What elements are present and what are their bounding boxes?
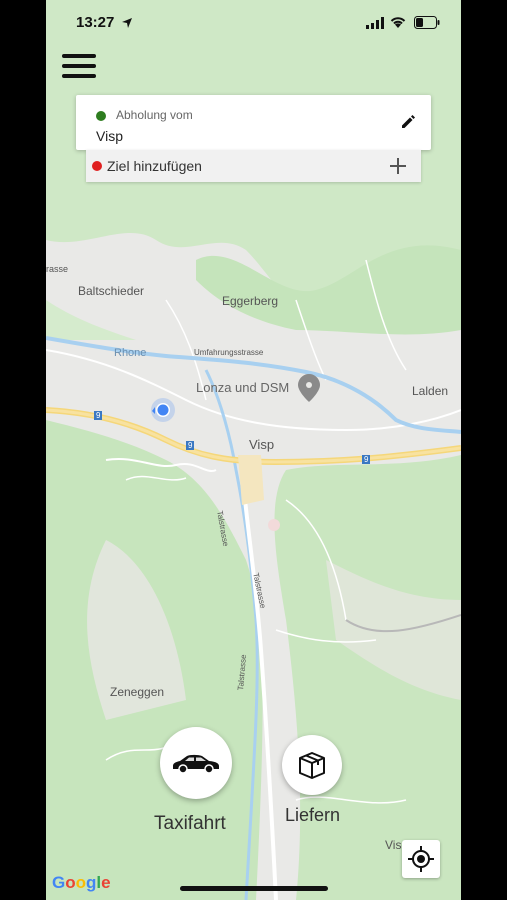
map-label-rhone: Rhone — [114, 347, 147, 359]
current-location-marker — [151, 398, 175, 422]
map-label-lonza: Lonza und DSM — [196, 380, 290, 395]
map-label-route-9-b: 9 — [186, 441, 195, 450]
status-bar: 13:27 — [46, 0, 461, 44]
google-logo: Google — [52, 873, 111, 892]
map-label-route-9-c: 9 — [362, 455, 371, 464]
map-label-zeneggen: Zeneggen — [110, 685, 165, 699]
map-label-lalden: Lalden — [412, 384, 449, 398]
recenter-button[interactable] — [402, 840, 440, 878]
delivery-button[interactable] — [282, 735, 342, 795]
home-indicator[interactable] — [180, 886, 328, 891]
taxi-label[interactable]: Taxifahrt — [154, 813, 226, 835]
delivery-label[interactable]: Liefern — [285, 805, 340, 826]
crosshair-icon — [408, 846, 434, 872]
car-icon — [173, 754, 219, 774]
app-screen: rasse Baltschieder Eggerberg Rhone Umfah… — [46, 0, 461, 900]
edit-pencil-icon[interactable] — [401, 115, 415, 129]
menu-icon[interactable] — [62, 54, 96, 82]
destination-dot-icon — [92, 161, 102, 171]
pickup-dot-icon — [96, 111, 106, 121]
map-label-visp: Visp — [249, 437, 275, 452]
map-label-baltschieder: Baltschieder — [78, 284, 145, 298]
add-destination-card[interactable]: Ziel hinzufügen — [86, 150, 421, 182]
package-icon — [299, 752, 325, 779]
pickup-card[interactable]: Abholung vom Visp — [76, 95, 431, 150]
pickup-value: Visp — [96, 128, 123, 144]
map-label-strasse-edge: rasse — [46, 264, 69, 274]
signal-icon — [366, 17, 384, 29]
battery-icon — [414, 16, 440, 29]
status-time: 13:27 — [76, 14, 115, 31]
map-label-eggerberg: Eggerberg — [222, 294, 279, 308]
destination-label: Ziel hinzufügen — [107, 158, 202, 174]
map-label-umfahrungsstrasse: Umfahrungsstrasse — [194, 348, 264, 357]
wifi-icon — [390, 17, 406, 28]
pickup-label: Abholung vom — [116, 108, 193, 122]
plus-icon[interactable] — [389, 157, 407, 175]
map-label-route-9-a: 9 — [94, 411, 103, 420]
location-arrow-icon — [122, 18, 132, 28]
taxi-button[interactable] — [160, 727, 232, 799]
